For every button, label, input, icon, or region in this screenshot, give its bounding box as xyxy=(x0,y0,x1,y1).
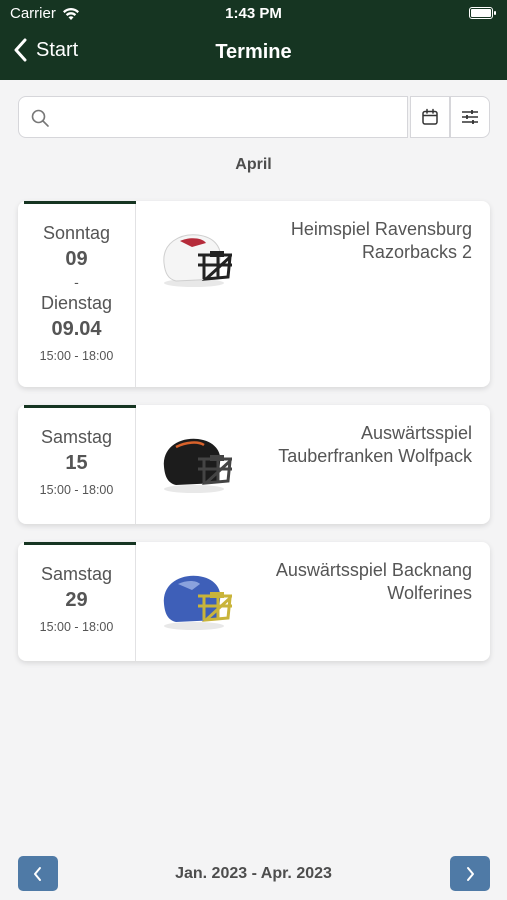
event-time: 15:00 - 18:00 xyxy=(39,349,114,363)
search-field[interactable] xyxy=(18,96,408,138)
event-date: Samstag 15 15:00 - 18:00 xyxy=(18,405,136,524)
next-range-button[interactable] xyxy=(450,856,490,891)
search-row xyxy=(18,96,490,138)
calendar-button[interactable] xyxy=(410,96,450,138)
accent-line xyxy=(24,201,136,204)
start-date: 15 xyxy=(65,452,88,474)
event-date: Sonntag 09 - Dienstag 09.04 15:00 - 18:0… xyxy=(18,201,136,387)
event-date: Samstag 29 15:00 - 18:00 xyxy=(18,542,136,661)
start-day: Samstag xyxy=(40,427,113,447)
event-card[interactable]: Samstag 15 15:00 - 18:00 Auswärtsspiel T… xyxy=(18,405,490,524)
start-day: Sonntag xyxy=(42,223,111,243)
search-icon xyxy=(31,109,49,127)
filter-button[interactable] xyxy=(450,96,490,138)
event-card[interactable]: Samstag 29 15:00 - 18:00 Auswärtsspiel B… xyxy=(18,542,490,661)
start-day: Samstag xyxy=(40,564,113,584)
page-title: Termine xyxy=(215,41,292,63)
app-header: Carrier 1:43 PM Start Termine xyxy=(0,0,507,80)
sliders-icon xyxy=(462,110,478,124)
pagination-footer: Jan. 2023 - Apr. 2023 xyxy=(0,852,507,892)
calendar-icon xyxy=(422,108,438,125)
month-header: April xyxy=(235,156,272,173)
start-date: 29 xyxy=(65,589,88,611)
end-day: Dienstag xyxy=(40,293,113,313)
event-time: 15:00 - 18:00 xyxy=(39,483,114,497)
event-title: Heimspiel Ravensburg Razorbacks 2 xyxy=(290,219,472,262)
accent-line xyxy=(24,542,136,545)
event-time: 15:00 - 18:00 xyxy=(39,620,114,634)
navigation-bar: Start Termine xyxy=(0,30,507,76)
chevron-right-icon xyxy=(467,866,474,881)
accent-line xyxy=(24,405,136,408)
black-helmet-icon xyxy=(163,438,232,493)
start-date: 09 xyxy=(65,248,88,270)
white-red-helmet-icon xyxy=(163,234,232,287)
blue-gold-helmet-icon xyxy=(163,575,232,630)
date-range-label: Jan. 2023 - Apr. 2023 xyxy=(175,865,332,882)
event-card[interactable]: Sonntag 09 - Dienstag 09.04 15:00 - 18:0… xyxy=(18,201,490,387)
event-title: Auswärtsspiel Tauberfranken Wolfpack xyxy=(278,423,472,466)
end-date: 09.04 xyxy=(51,318,102,340)
event-title: Auswärtsspiel Backnang Wolferines xyxy=(275,560,472,603)
date-separator: - xyxy=(74,274,79,290)
status-time: 1:43 PM xyxy=(225,5,282,22)
status-bar: Carrier 1:43 PM xyxy=(0,0,507,28)
battery-icon xyxy=(469,7,496,19)
search-input[interactable] xyxy=(55,97,395,137)
